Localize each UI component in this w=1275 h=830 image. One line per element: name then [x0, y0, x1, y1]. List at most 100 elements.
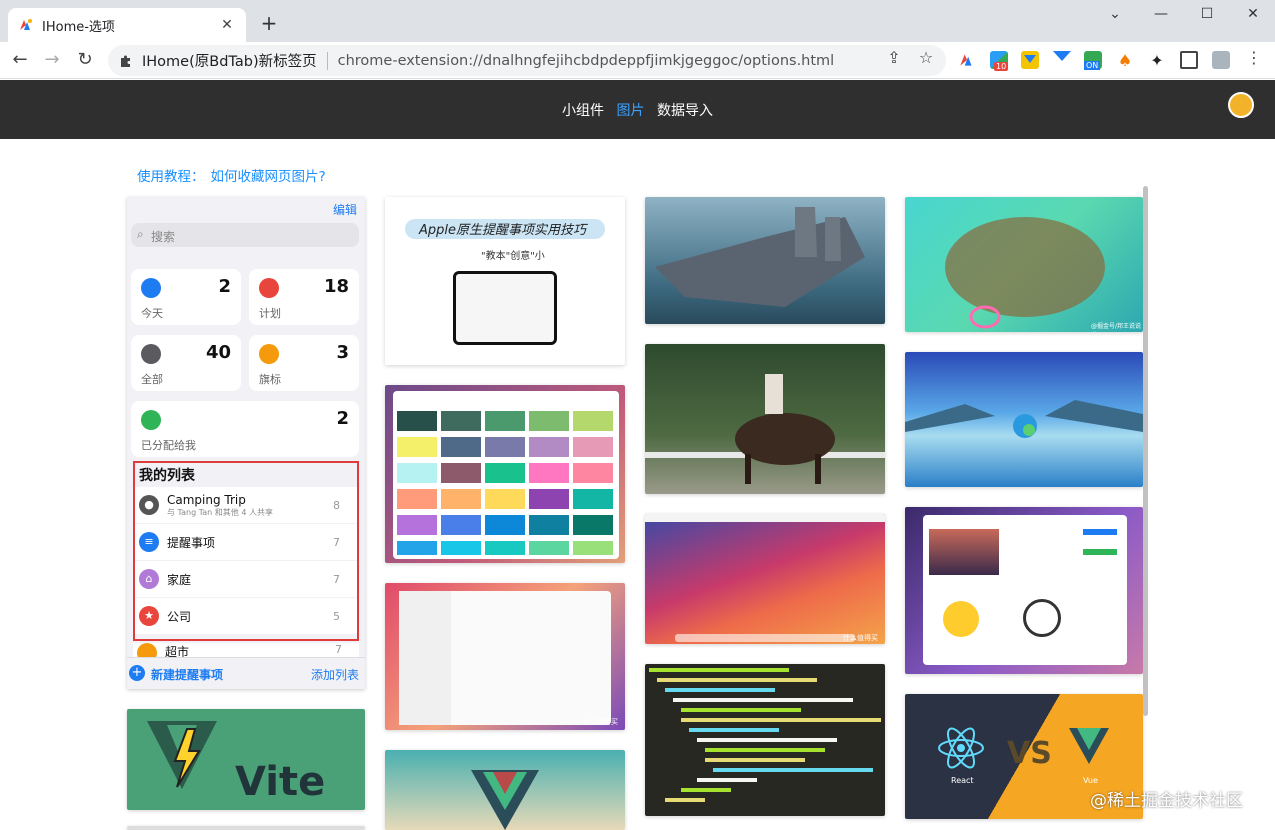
calendar-icon [141, 278, 161, 298]
image-card-settings-window[interactable] [905, 507, 1143, 674]
browser-toolbar: ← → ↻ IHome(原BdTab)新标签页 chrome-extension… [0, 42, 1275, 79]
list-item: ≡ 提醒事项 7 [135, 524, 357, 560]
browser-tab[interactable]: IHome-选项 ✕ [8, 8, 246, 42]
address-bar[interactable]: IHome(原BdTab)新标签页 chrome-extension://dna… [108, 45, 946, 76]
reminders-footer: + 新建提醒事项 添加列表 [127, 657, 365, 689]
color-swatches [397, 411, 613, 555]
vue-label: Vue [1083, 776, 1098, 785]
tile-flagged: 3 旗标 [249, 335, 359, 391]
ipad-frame [453, 271, 557, 345]
new-tab-button[interactable]: + [258, 12, 280, 34]
image-card-vite[interactable]: Vite [127, 709, 365, 810]
flag-icon [259, 344, 279, 364]
tile-count: 40 [205, 342, 231, 363]
image-card-anime-art[interactable]: @掘金号/邦王说说道 [905, 197, 1143, 332]
bookmark-star-icon[interactable]: ☆ [916, 48, 936, 67]
list-item: ★ 公司 5 [135, 598, 357, 634]
image-card-apple-tips[interactable]: Apple原生提醒事项实用技巧 "教本"创意"小 [385, 197, 625, 365]
list-count: 8 [333, 498, 340, 512]
image-card-macos-bigsur[interactable]: 什么值得买 [645, 514, 885, 644]
image-card-edge-wallpaper[interactable] [905, 352, 1143, 487]
close-window-icon[interactable]: ✕ [1242, 6, 1264, 22]
image-card-vue-landscape[interactable] [385, 750, 625, 830]
plus-circle-icon: + [129, 665, 145, 681]
vite-text: Vite [235, 759, 326, 805]
ihome-extension-icon[interactable] [958, 51, 976, 69]
edge-logo-icon [905, 400, 1143, 438]
list-name: 提醒事项 [167, 535, 216, 550]
clock-icon [1023, 599, 1061, 637]
emoji-icon [943, 601, 979, 637]
back-icon[interactable]: ← [8, 48, 32, 72]
tile-label: 旗标 [259, 373, 281, 386]
vue-mountain-icon [471, 770, 539, 830]
forward-icon[interactable]: → [40, 48, 64, 72]
green-button-mock [1083, 549, 1117, 555]
wallpaper-thumb [929, 529, 999, 575]
toggle-extension-icon[interactable]: ON [1084, 51, 1102, 70]
list-bullet-icon: ≡ [139, 532, 159, 552]
my-lists-section: 我的列表 ● Camping Trip 与 Tang Tan 和其他 4 人共享 … [133, 461, 359, 641]
apple-tips-title: Apple原生提醒事项实用技巧 [419, 223, 587, 238]
cube-extension-icon[interactable] [1212, 51, 1230, 69]
tile-scheduled: 18 计划 [249, 269, 359, 325]
tile-label: 今天 [141, 307, 163, 320]
star-icon: ★ [139, 606, 159, 626]
blue-button-mock [1083, 529, 1117, 535]
user-avatar[interactable] [1228, 92, 1254, 118]
maximize-icon[interactable]: ☐ [1196, 6, 1218, 22]
react-label: React [951, 776, 974, 785]
image-card-reminders[interactable]: 编辑 ⌕ 搜索 2 今天 18 计划 40 全部 3 旗标 2 已分配给我 我的… [127, 197, 365, 689]
tile-all: 40 全部 [131, 335, 241, 391]
anime-art-scene [945, 217, 1105, 329]
tile-assigned: 2 已分配给我 [131, 401, 359, 457]
image-card-color-palette[interactable] [385, 385, 625, 563]
minimize-icon[interactable]: — [1150, 6, 1172, 22]
app-window-mock [399, 591, 611, 725]
reload-icon[interactable]: ↻ [73, 48, 97, 72]
masonry-scrollbar[interactable] [1143, 186, 1148, 716]
more-menu-icon[interactable]: ⋮ [1244, 48, 1264, 67]
filter-extension-icon[interactable] [1053, 51, 1071, 69]
list-item: ⌂ 家庭 7 [135, 561, 357, 597]
tab-strip: IHome-选项 ✕ + ⌄ — ☐ ✕ [0, 0, 1275, 42]
extension-on-badge: ON [1084, 61, 1101, 70]
tab-search-icon[interactable]: ⌄ [1104, 6, 1126, 22]
scheduled-calendar-icon [259, 278, 279, 298]
add-list-label: 添加列表 [310, 668, 359, 682]
omnibox-url: chrome-extension://dnalhngfejihcbdpdeppf… [337, 52, 835, 69]
reminders-search: ⌕ 搜索 [131, 223, 359, 247]
image-card-horse-rider[interactable] [645, 344, 885, 494]
app-sidebar-mock [399, 591, 451, 725]
image-card-code-snippet[interactable] [645, 664, 885, 816]
image-card-partial[interactable] [127, 826, 365, 830]
nav-data-import[interactable]: 数据导入 [657, 103, 713, 119]
artist-watermark: @掘金号/邦王说说道 [1091, 323, 1142, 330]
tab-title: IHome-选项 [42, 19, 115, 35]
list-count: 7 [335, 643, 342, 656]
list-sub: 与 Tang Tan 和其他 4 人共享 [167, 507, 273, 517]
tile-label: 全部 [141, 373, 163, 386]
close-tab-icon[interactable]: ✕ [218, 17, 236, 33]
side-panel-icon[interactable] [1180, 51, 1198, 69]
share-icon[interactable]: ⇪ [884, 48, 904, 67]
search-placeholder: 搜索 [151, 230, 176, 244]
omnibox-site-name: IHome(原BdTab)新标签页 [142, 54, 317, 70]
image-card-spaceship[interactable] [645, 197, 885, 324]
tile-label: 计划 [259, 307, 281, 320]
nav-images[interactable]: 图片 [617, 103, 645, 119]
image-card-app-window[interactable]: 什么值得买 [385, 583, 625, 730]
ihome-favicon-icon [20, 19, 32, 30]
tutorial-link[interactable]: 如何收藏网页图片? [211, 169, 326, 185]
zhihu-mark: 什么值得买 [583, 718, 618, 726]
apple-tips-sub: "教本"创意"小 [481, 251, 545, 262]
extensions-puzzle-icon[interactable]: ✦ [1148, 51, 1166, 70]
apps-extension-icon[interactable]: 10 [990, 51, 1009, 71]
download-extension-icon[interactable] [1021, 51, 1039, 69]
tile-count: 3 [336, 342, 349, 363]
reminders-edit: 编辑 [332, 203, 357, 217]
list-name: Camping Trip [167, 492, 246, 507]
nav-widgets[interactable]: 小组件 [562, 103, 604, 119]
zhihu-mark-2: 什么值得买 [843, 634, 878, 642]
bell-extension-icon[interactable]: ♠ [1116, 51, 1134, 70]
